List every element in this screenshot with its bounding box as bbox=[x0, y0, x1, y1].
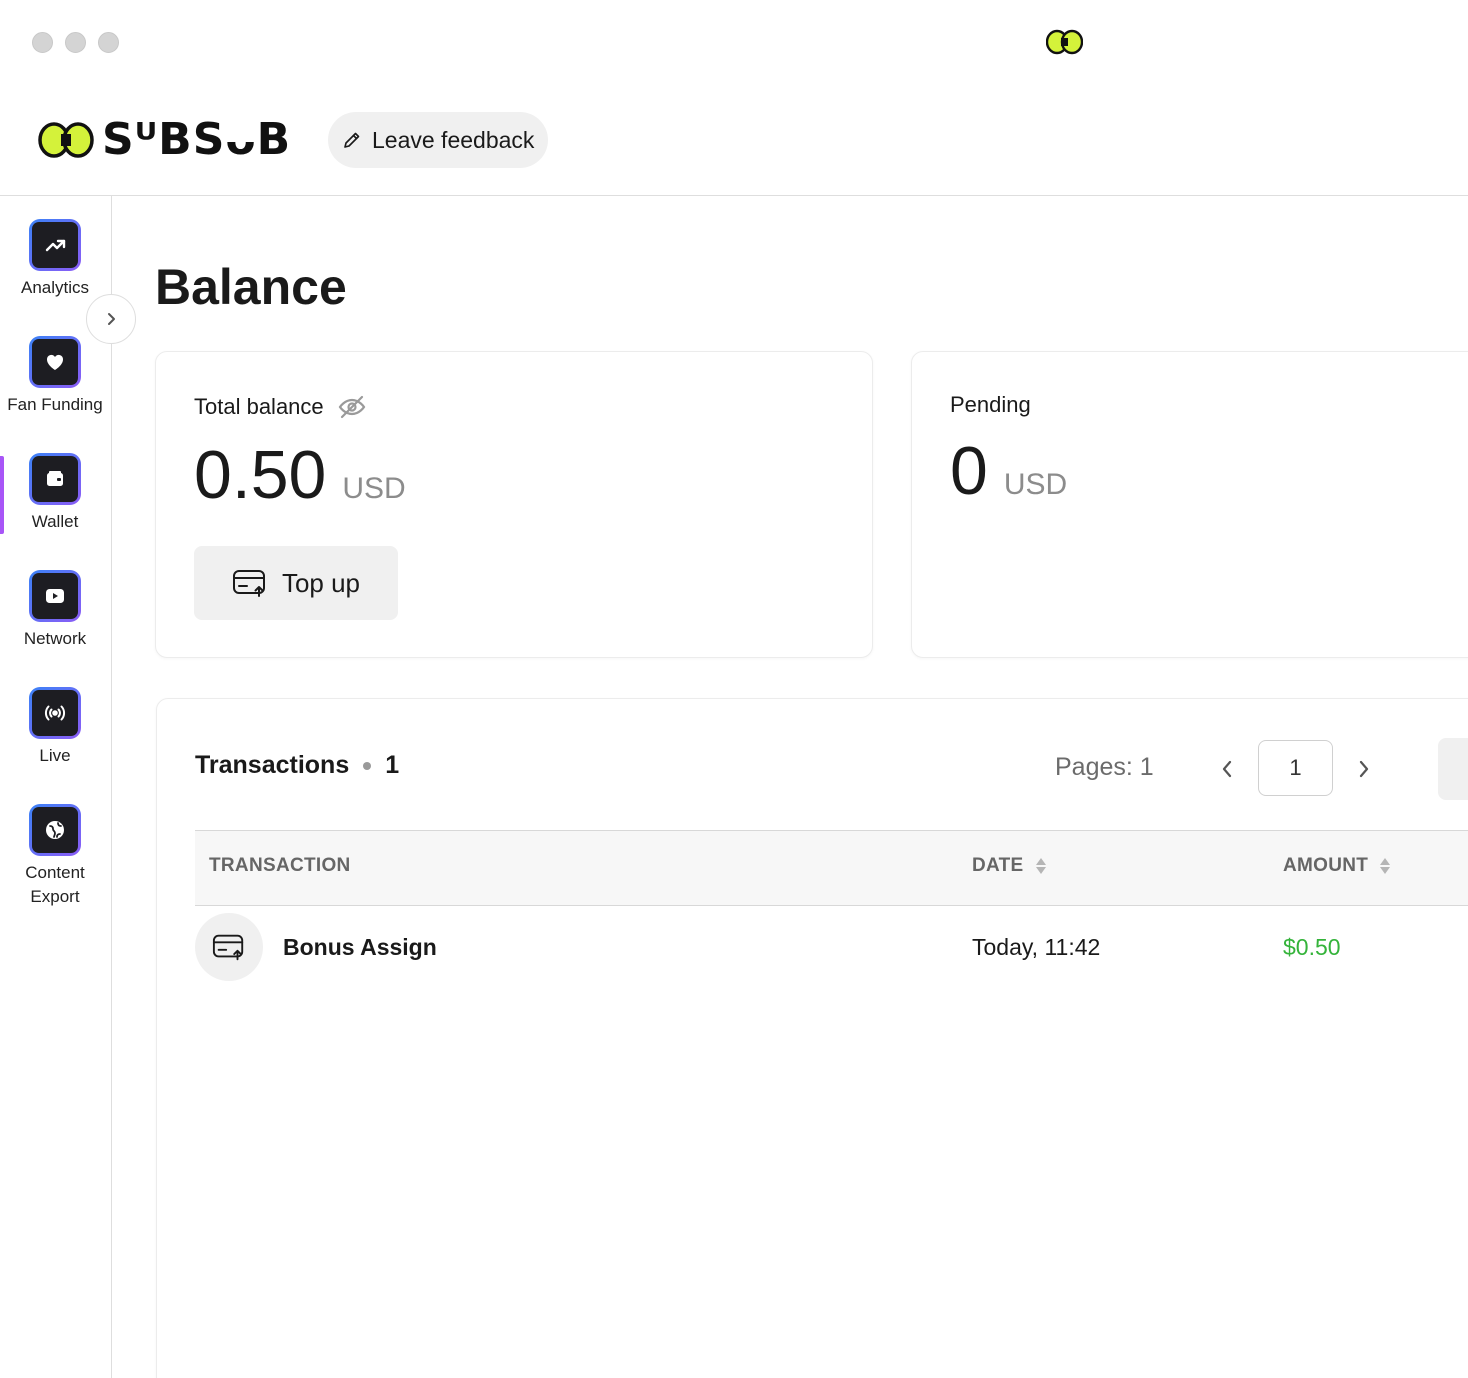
window-zoom-button[interactable] bbox=[98, 32, 119, 53]
app-window: SᵁBSᴗB Leave feedback Analytics Fan Fund… bbox=[0, 0, 1468, 1378]
title-bar bbox=[0, 0, 1468, 84]
chevron-right-icon bbox=[108, 313, 115, 325]
window-close-button[interactable] bbox=[32, 32, 53, 53]
trending-up-icon bbox=[29, 219, 81, 271]
wallet-icon bbox=[29, 453, 81, 505]
page-title: Balance bbox=[155, 259, 347, 315]
transaction-date: Today, 11:42 bbox=[972, 934, 1101, 960]
sidebar: Analytics Fan Funding Wallet Network Liv bbox=[0, 196, 112, 1378]
top-up-label: Top up bbox=[281, 567, 361, 598]
table-row[interactable]: Bonus Assign Today, 11:42 $0.50 bbox=[195, 913, 1468, 983]
pending-amount: 0 USD bbox=[950, 432, 1067, 510]
column-header-amount[interactable]: AMOUNT bbox=[1283, 855, 1391, 877]
sidebar-item-label: Analytics bbox=[20, 278, 90, 297]
leave-feedback-label: Leave feedback bbox=[372, 126, 535, 153]
sidebar-item-label: Content Export bbox=[25, 863, 85, 906]
brand[interactable]: SᵁBSᴗB bbox=[38, 118, 291, 162]
sidebar-item-wallet[interactable]: Wallet bbox=[0, 453, 110, 534]
total-balance-value: 0.50 bbox=[194, 437, 327, 513]
eye-off-icon[interactable] bbox=[338, 395, 366, 419]
total-balance-label-row: Total balance bbox=[194, 394, 366, 420]
sidebar-item-analytics[interactable]: Analytics bbox=[0, 219, 110, 300]
top-up-button[interactable]: Top up bbox=[194, 546, 398, 620]
transaction-amount: $0.50 bbox=[1283, 934, 1341, 960]
transactions-count: 1 bbox=[385, 751, 400, 779]
transactions-card: Transactions 1 Pages: 1 1 TRANSACTION DA… bbox=[156, 698, 1468, 1378]
sidebar-expand-button[interactable] bbox=[86, 294, 136, 344]
pencil-icon bbox=[344, 132, 360, 148]
total-balance-label: Total balance bbox=[194, 394, 324, 419]
pending-label: Pending bbox=[950, 392, 1031, 417]
column-label: TRANSACTION bbox=[209, 855, 351, 876]
sidebar-item-content-export[interactable]: Content Export bbox=[0, 804, 110, 909]
card-upload-icon bbox=[195, 913, 263, 981]
leave-feedback-button[interactable]: Leave feedback bbox=[328, 112, 549, 168]
pending-currency: USD bbox=[1003, 468, 1068, 501]
sidebar-item-network[interactable]: Network bbox=[0, 570, 110, 651]
window-minimize-button[interactable] bbox=[65, 32, 86, 53]
subsub-logo-icon bbox=[1046, 29, 1083, 55]
total-balance-currency: USD bbox=[342, 472, 406, 505]
filter-button[interactable] bbox=[1438, 738, 1468, 800]
subsub-logo-icon bbox=[38, 122, 94, 158]
sidebar-item-label: Wallet bbox=[31, 512, 79, 531]
column-header-date[interactable]: DATE bbox=[972, 855, 1046, 877]
sidebar-item-label: Live bbox=[39, 746, 71, 765]
play-icon bbox=[29, 570, 81, 622]
sidebar-item-label: Network bbox=[23, 629, 87, 648]
broadcast-icon bbox=[29, 687, 81, 739]
pending-value: 0 bbox=[950, 433, 988, 509]
chevron-right-icon bbox=[1359, 760, 1369, 778]
sort-icon bbox=[1380, 858, 1391, 874]
pages-label: Pages: 1 bbox=[1055, 753, 1154, 781]
sort-icon bbox=[1035, 858, 1046, 874]
globe-icon bbox=[29, 804, 81, 856]
column-header-transaction: TRANSACTION bbox=[209, 855, 351, 877]
pending-card: Pending 0 USD bbox=[911, 351, 1468, 658]
table-header: TRANSACTION DATE AMOUNT bbox=[195, 830, 1468, 906]
transactions-title: Transactions bbox=[195, 751, 350, 779]
next-page-button[interactable] bbox=[1350, 755, 1378, 783]
total-balance-card: Total balance 0.50 USD Top up bbox=[155, 351, 873, 658]
column-label: DATE bbox=[972, 855, 1024, 876]
column-label: AMOUNT bbox=[1283, 855, 1369, 876]
previous-page-button[interactable] bbox=[1213, 755, 1241, 783]
separator-dot bbox=[363, 761, 372, 770]
current-page-input[interactable]: 1 bbox=[1258, 740, 1333, 796]
sidebar-item-fan-funding[interactable]: Fan Funding bbox=[0, 336, 110, 417]
sidebar-item-live[interactable]: Live bbox=[0, 687, 110, 768]
app-header: SᵁBSᴗB Leave feedback bbox=[0, 84, 1468, 196]
card-upload-icon bbox=[232, 570, 265, 597]
total-balance-amount: 0.50 USD bbox=[194, 436, 406, 514]
transactions-header: Transactions 1 bbox=[195, 751, 399, 780]
heart-icon bbox=[29, 336, 81, 388]
transaction-name: Bonus Assign bbox=[283, 934, 437, 960]
sidebar-item-label: Fan Funding bbox=[7, 395, 103, 414]
chevron-left-icon bbox=[1222, 760, 1232, 778]
brand-wordmark: SᵁBSᴗB bbox=[102, 114, 292, 165]
